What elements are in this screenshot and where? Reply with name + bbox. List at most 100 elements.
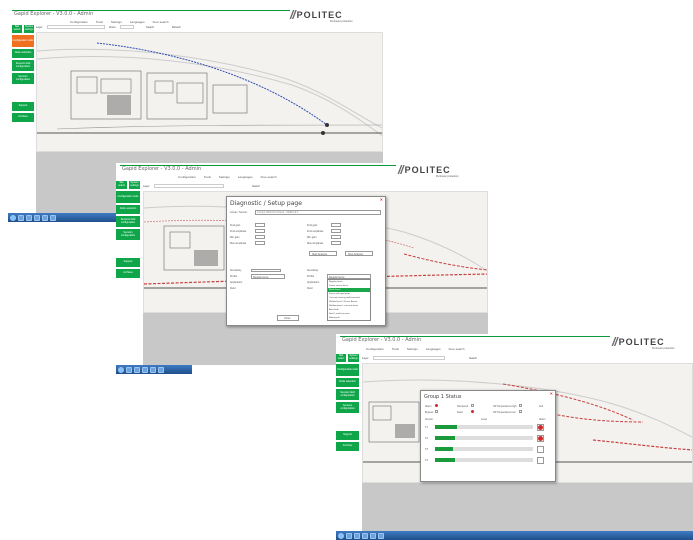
layer-label: Layer: [36,25,43,29]
menu-configuration[interactable]: Configuration [70,20,88,24]
alarm-status-box[interactable] [537,435,544,442]
temp-low-checkbox[interactable] [519,410,522,413]
zoom-select[interactable] [120,25,135,29]
right-input-1[interactable] [331,229,341,233]
system-settings-button[interactable]: System settings [348,354,359,362]
folder-icon[interactable] [34,214,40,221]
right-input-3[interactable] [331,241,341,245]
lower-right-0: Sensitivity [307,269,319,272]
layer-select[interactable] [372,356,445,360]
search-button[interactable]: Search [146,26,154,29]
media-icon[interactable] [354,532,360,539]
dropdown-option[interactable]: Motorcycle [328,316,370,320]
menu-configuration[interactable]: Configuration [178,175,196,179]
folder-icon[interactable] [362,532,368,539]
media-icon[interactable] [26,214,32,221]
alarm-status-box[interactable] [537,424,544,431]
menu-languages[interactable]: Languages [130,20,145,24]
tampered-checkbox[interactable] [471,404,474,407]
sidebar-item-configuration[interactable]: Configuration tools [12,35,34,47]
alarm-indicator-icon [435,404,438,407]
menu-tools[interactable]: Tools [204,175,211,179]
layer-select[interactable] [153,184,224,188]
settings-icon[interactable] [158,366,164,373]
sidebar-item-field[interactable]: Sensors field configuration [336,389,359,400]
start-icon[interactable] [10,214,16,221]
sensitivity-slider[interactable] [251,269,281,272]
dialog-close-icon[interactable]: ✕ [380,197,383,202]
profile-dropdown[interactable]: Regular fence Linear sensor fence Weak f… [327,279,371,321]
stop-analysis-button[interactable]: Stop Analysis [345,251,373,256]
sidebar-item-sensors[interactable]: Sensors configuration [116,229,140,240]
site-select-button[interactable]: Site select [12,25,22,33]
explorer-icon[interactable] [346,532,352,539]
start-analysis-button[interactable]: Start Analysis [309,251,337,256]
site-map[interactable] [36,32,383,152]
sidebar-item-archives[interactable]: Archives [336,442,359,451]
sidebar-item-field[interactable]: Sensors field configuration [12,60,34,71]
left-input-0[interactable] [255,223,265,227]
menu-languages[interactable]: Languages [238,175,253,179]
temp-high-checkbox[interactable] [519,404,522,407]
menu-settings[interactable]: Settings [407,347,418,351]
site-select-button[interactable]: Site select [116,181,127,189]
left-input-2[interactable] [255,235,265,239]
settings-icon[interactable] [378,532,384,539]
sidebar-item-configuration[interactable]: Configuration tools [336,364,359,376]
start-icon[interactable] [118,366,124,373]
right-input-0[interactable] [331,223,341,227]
title-divider [340,336,610,337]
alarm-status-box[interactable] [537,457,544,464]
close-button[interactable]: Close [277,315,299,321]
refresh-button[interactable]: Refresh [172,26,181,29]
search-button[interactable]: Search [252,185,260,188]
right-input-2[interactable] [331,235,341,239]
profile-select[interactable]: Regular fence [251,274,285,279]
sidebar-item-node[interactable]: Node selection [336,378,359,387]
sensor-label: T2 [425,437,428,440]
menu-free-search[interactable]: Free search [449,347,465,351]
sidebar-item-archives[interactable]: Archives [12,113,34,122]
menu-tools[interactable]: Tools [392,347,399,351]
sidebar-item-archives[interactable]: Archives [116,269,140,278]
settings-icon[interactable] [50,214,56,221]
sidebar-item-sensors[interactable]: Sensors configuration [336,402,359,413]
left-input-3[interactable] [255,241,265,245]
column-sensor: Sensor [425,418,433,421]
sidebar-item-node[interactable]: Node selection [12,49,34,58]
menu-settings[interactable]: Settings [111,20,122,24]
dialog-close-icon[interactable]: ✕ [550,391,553,396]
left-field-1: Find amplitude [230,230,247,233]
start-icon[interactable] [338,532,344,539]
explorer-icon[interactable] [126,366,132,373]
system-settings-button[interactable]: System settings [24,25,34,33]
sensor-label: T4 [425,459,428,462]
left-input-1[interactable] [255,229,265,233]
app-icon[interactable] [42,214,48,221]
menu-settings[interactable]: Settings [219,175,230,179]
app-icon[interactable] [370,532,376,539]
sidebar-item-field[interactable]: Sensors field configuration [116,216,140,227]
menu-configuration[interactable]: Configuration [366,347,384,351]
menu-free-search[interactable]: Free search [153,20,169,24]
menu-languages[interactable]: Languages [426,347,441,351]
sidebar-item-configuration[interactable]: Configuration tools [116,191,140,203]
right-field-1: Find amplitude [307,230,324,233]
sidebar-item-node[interactable]: Node selection [116,205,140,214]
search-button[interactable]: Search [469,357,477,360]
bypass-checkbox[interactable] [435,410,438,413]
app-icon[interactable] [150,366,156,373]
layer-select[interactable] [46,25,105,29]
menu-tools[interactable]: Tools [96,20,103,24]
alarm-status-box[interactable] [537,446,544,453]
sidebar-item-support[interactable]: Support [116,258,140,267]
menu-free-search[interactable]: Free search [261,175,277,179]
sidebar-item-support[interactable]: Support [12,102,34,111]
site-select-button[interactable]: Site select [336,354,346,362]
media-icon[interactable] [134,366,140,373]
sidebar-item-support[interactable]: Support [336,431,359,440]
folder-icon[interactable] [142,366,148,373]
system-settings-button[interactable]: System settings [129,181,140,189]
explorer-icon[interactable] [18,214,24,221]
sidebar-item-sensors[interactable]: Sensors configuration [12,73,34,84]
